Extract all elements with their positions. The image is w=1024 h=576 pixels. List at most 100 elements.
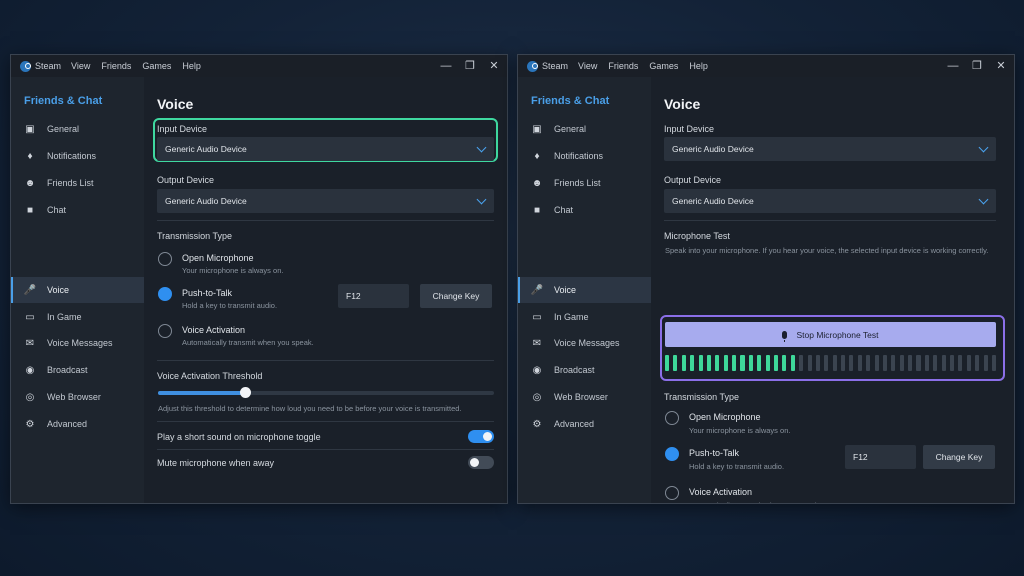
change-key-button[interactable]: Change Key [420,284,492,308]
globe-icon: ◎ [25,391,35,403]
output-device-label: Output Device [664,175,722,185]
menu-games[interactable]: Games [649,61,678,71]
open-microphone-radio[interactable] [158,252,172,266]
menu-friends[interactable]: Friends [101,61,131,71]
sidebar-item-friends-list[interactable]: ☻ Friends List [518,170,651,196]
menu-friends[interactable]: Friends [608,61,638,71]
minimize-icon[interactable]: — [439,59,453,73]
sidebar-item-label: Chat [47,205,67,215]
ptt-key-field[interactable]: F12 [338,284,409,308]
microphone-icon: 🎤 [23,284,37,296]
meter-bar [773,355,779,371]
stop-microphone-test-button[interactable]: Stop Microphone Test [665,322,996,347]
sidebar-item-chat[interactable]: ■ Chat [518,197,651,223]
output-device-value: Generic Audio Device [672,196,754,206]
sidebar-item-notifications[interactable]: ♦ Notifications [11,143,144,169]
sidebar-item-voice-messages[interactable]: ✉ Voice Messages [518,330,651,356]
sidebar-item-in-game[interactable]: ▭ In Game [11,304,144,330]
push-to-talk-radio[interactable] [665,447,679,461]
steam-logo-icon[interactable] [527,60,538,72]
threshold-slider-thumb[interactable] [240,387,252,398]
gear-icon: ⚙ [25,418,35,430]
toggle-knob [483,432,492,441]
output-device-dropdown[interactable]: Generic Audio Device [157,189,494,213]
open-microphone-radio[interactable] [665,411,679,425]
sidebar-item-chat[interactable]: ■ Chat [11,197,144,223]
minimize-icon[interactable]: — [946,59,960,73]
page-title: Voice [157,96,194,112]
monitor-icon: ▭ [25,311,35,323]
sidebar-item-voice[interactable]: 🎤 Voice [11,277,144,303]
menu-games[interactable]: Games [142,61,171,71]
change-key-button[interactable]: Change Key [923,445,995,469]
ptt-key-field[interactable]: F12 [845,445,916,469]
meter-bar [740,355,745,371]
threshold-slider-fill [158,391,246,395]
close-icon[interactable]: ✕ [994,59,1008,73]
stop-test-label: Stop Microphone Test [796,329,879,340]
sidebar-item-friends-list[interactable]: ☻ Friends List [11,170,144,196]
push-to-talk-radio[interactable] [158,287,172,301]
meter-bar [723,355,728,371]
sidebar-item-advanced[interactable]: ⚙ Advanced [11,411,144,437]
menu-help[interactable]: Help [689,61,708,71]
voice-message-icon: ✉ [532,337,542,349]
divider [664,220,996,221]
sidebar-item-voice[interactable]: 🎤 Voice [518,277,651,303]
sidebar-item-web-browser[interactable]: ◎ Web Browser [518,384,651,410]
divider [157,220,494,221]
title-bar: Steam View Friends Games Help — ❐ ✕ [11,55,507,77]
meter-bar [782,355,787,371]
menu-help[interactable]: Help [182,61,201,71]
sidebar-item-label: Web Browser [47,392,101,402]
sidebar-item-advanced[interactable]: ⚙ Advanced [518,411,651,437]
threshold-slider[interactable] [158,387,494,398]
menu-view[interactable]: View [578,61,597,71]
output-device-dropdown[interactable]: Generic Audio Device [664,189,996,213]
input-device-value: Generic Audio Device [672,144,754,154]
divider [157,449,494,450]
sidebar-item-label: General [554,124,587,134]
voice-activation-label: Voice Activation [689,487,753,497]
menu-steam[interactable]: Steam [35,61,61,71]
sidebar-item-notifications[interactable]: ♦ Notifications [518,143,651,169]
broadcast-icon: ◉ [532,364,542,376]
meter-bar [908,355,913,371]
voice-activation-radio[interactable] [665,486,679,500]
maximize-icon[interactable]: ❐ [970,59,984,73]
meter-bar [991,355,996,371]
sidebar: Friends & Chat ▣ General ♦ Notifications… [518,77,651,503]
sidebar-item-label: Voice Messages [47,338,113,348]
input-device-dropdown[interactable]: Generic Audio Device [664,137,996,161]
maximize-icon[interactable]: ❐ [463,59,477,73]
meter-bar [958,355,963,371]
toggle-sound-switch[interactable] [468,430,494,443]
close-icon[interactable]: ✕ [487,59,501,73]
mute-away-switch[interactable] [468,456,494,469]
microphone-icon [782,330,788,342]
voice-activation-radio[interactable] [158,324,172,338]
menu-steam[interactable]: Steam [542,61,568,71]
meter-bar [790,355,795,371]
bell-icon: ♦ [27,150,33,162]
sidebar-title: Friends & Chat [24,95,103,107]
sidebar-item-in-game[interactable]: ▭ In Game [518,304,651,330]
steam-settings-window-left: Steam View Friends Games Help — ❐ ✕ Frie… [10,54,508,504]
meter-bar [899,355,904,371]
meter-bar [841,355,846,371]
sidebar-item-general[interactable]: ▣ General [11,116,144,142]
gear-icon: ⚙ [532,418,542,430]
sidebar-item-general[interactable]: ▣ General [518,116,651,142]
sidebar-item-broadcast[interactable]: ◉ Broadcast [518,357,651,383]
chevron-down-icon [476,194,487,205]
input-device-dropdown[interactable]: Generic Audio Device [157,137,494,161]
sidebar-item-broadcast[interactable]: ◉ Broadcast [11,357,144,383]
output-device-label: Output Device [157,175,215,185]
divider [157,421,494,422]
meter-bar [824,355,829,371]
menu-view[interactable]: View [71,61,90,71]
sidebar-item-web-browser[interactable]: ◎ Web Browser [11,384,144,410]
steam-logo-icon[interactable] [20,60,31,72]
voice-activation-label: Voice Activation [182,325,246,335]
sidebar-item-voice-messages[interactable]: ✉ Voice Messages [11,330,144,356]
